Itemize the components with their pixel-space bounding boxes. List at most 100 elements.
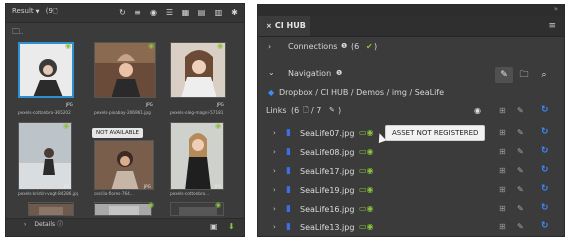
thumbnail-view-icon[interactable]: ▤	[197, 8, 206, 17]
document-icon: 🗋	[303, 106, 309, 114]
search-icon[interactable]: ⌕	[535, 67, 553, 83]
panel-chrome: »	[258, 5, 564, 16]
info-icon[interactable]: ⊞	[499, 222, 506, 231]
list-item[interactable]: › ▮ SeaLife16.jpg ▭◉ ⊞ ✎ ↻	[258, 202, 564, 220]
chevron-right-icon: ›	[24, 221, 27, 228]
eye-icon: ◉	[215, 122, 222, 130]
link-icon[interactable]: ✎	[517, 166, 524, 175]
asset-thumbnail[interactable]	[94, 42, 156, 98]
link-icon[interactable]: ✎	[517, 147, 524, 156]
connections-count: (6	[351, 42, 360, 51]
refresh-icon[interactable]: ↻	[541, 105, 549, 115]
asset-caption: pexels-cottonbro...	[170, 191, 210, 196]
link-icon[interactable]: ✎	[517, 185, 524, 194]
asset-browser-panel: Result ▼ (9🗋 ↻ ≡ ◉ ☰ ▦ ▤ ▥ ✱ 🗀.. ◉ JPG pe…	[5, 3, 245, 237]
file-name: SeaLife19.jpg	[300, 186, 355, 195]
eye-icon: ◉	[215, 201, 222, 209]
check-icon: ✔	[366, 42, 373, 51]
folder-up-icon[interactable]: 🗀..	[12, 26, 23, 40]
status-icon: ▭◉	[359, 147, 374, 156]
eye-icon: ◉	[148, 42, 155, 50]
panel-menu-icon[interactable]: ≡	[548, 21, 556, 31]
asset-thumbnail[interactable]	[94, 202, 152, 216]
chevron-right-icon[interactable]: ›	[273, 129, 276, 137]
file-type-tag: JPG	[66, 102, 73, 107]
gallery-icon[interactable]: ▣	[210, 222, 218, 231]
chevron-right-icon[interactable]: ›	[273, 148, 276, 156]
link-icon[interactable]: ✎	[517, 128, 524, 137]
asset-caption: cecilia-flores-764...	[94, 191, 134, 196]
eye-icon[interactable]: ◉	[149, 8, 158, 17]
filter-icon[interactable]: ≡	[133, 8, 142, 17]
file-type-tag: JPG	[215, 184, 222, 189]
chevron-right-icon[interactable]: ›	[273, 205, 276, 213]
status-icon: ▭◉	[359, 222, 374, 231]
image-file-icon: ▮	[286, 128, 291, 138]
info-icon[interactable]: ⊞	[499, 106, 506, 115]
info-icon[interactable]: ⊞	[499, 204, 506, 213]
info-icon[interactable]: ⊞	[499, 185, 506, 194]
image-file-icon: ▮	[286, 222, 291, 232]
asset-thumbnail[interactable]	[94, 140, 154, 190]
status-icon: ▭◉	[359, 185, 374, 194]
status-icon: ▭◉	[359, 128, 374, 137]
tab-bar: × CI HUB ≡	[258, 16, 564, 37]
list-item[interactable]: › ▮ SeaLife19.jpg ▭◉ ⊞ ✎ ↻	[258, 183, 564, 201]
asset-thumbnail[interactable]	[170, 122, 224, 190]
refresh-icon[interactable]: ↻	[541, 221, 549, 231]
asset-caption: pexels-oleg-magni-57181	[170, 110, 224, 115]
asset-thumbnail[interactable]	[28, 202, 74, 216]
eye-icon: ◉	[65, 42, 72, 50]
refresh-icon[interactable]: ↻	[541, 184, 549, 194]
asset-caption: pexels-pixabay-206961.jpg	[94, 110, 151, 115]
list-item[interactable]: › ▮ SeaLife17.jpg ▭◉ ⊞ ✎ ↻	[258, 164, 564, 182]
collapse-icon[interactable]: »	[554, 5, 558, 13]
folder-icon[interactable]: 🗀	[515, 67, 533, 83]
link-icon[interactable]: ✎	[517, 222, 524, 231]
info-icon: ❶	[336, 69, 343, 77]
gear-icon[interactable]: ✱	[230, 8, 239, 17]
asset-thumbnail[interactable]	[18, 42, 74, 98]
result-dropdown[interactable]: Result ▼ (9🗋	[12, 7, 58, 17]
refresh-icon[interactable]: ↻	[541, 127, 549, 137]
link-icon[interactable]: ✎	[517, 106, 524, 115]
refresh-icon[interactable]: ↻	[541, 165, 549, 175]
navigation-label: Navigation	[288, 69, 332, 78]
file-name: SeaLife16.jpg	[300, 205, 355, 214]
details-toggle[interactable]: › Details ⓘ	[24, 219, 63, 228]
grid-view-icon[interactable]: ▦	[181, 8, 190, 17]
file-type-tag: JPG	[64, 184, 71, 189]
link-icon[interactable]: ✎	[517, 204, 524, 213]
links-label: Links	[266, 106, 287, 115]
refresh-icon[interactable]: ↻	[541, 203, 549, 213]
image-file-icon: ▮	[286, 204, 291, 214]
columns-view-icon[interactable]: ▥	[214, 8, 223, 17]
eye-icon: ◉	[217, 42, 224, 50]
list-view-icon[interactable]: ☰	[165, 8, 174, 17]
file-name: SeaLife08.jpg	[300, 148, 355, 157]
info-icon[interactable]: ⊞	[499, 147, 506, 156]
chevron-right-icon[interactable]: ›	[273, 186, 276, 194]
asset-caption: pexels-cottonbro-365202	[18, 110, 71, 115]
chevron-right-icon[interactable]: ›	[273, 167, 276, 175]
chevron-right-icon[interactable]: ›	[273, 223, 276, 231]
list-item[interactable]: › ▮ SeaLife08.jpg ▭◉ ⊞ ✎ ↻	[258, 145, 564, 163]
asset-thumbnail[interactable]	[18, 122, 72, 190]
link-icon[interactable]: ✎	[495, 67, 513, 83]
status-icon: ▭◉	[359, 204, 374, 213]
refresh-icon[interactable]: ↻	[118, 8, 127, 17]
asset-thumbnail[interactable]	[170, 42, 226, 98]
eye-icon[interactable]: ◉	[474, 106, 481, 115]
tab-title: CI HUB	[274, 21, 306, 30]
not-available-badge: NOT AVAILABLE	[92, 128, 144, 138]
tab-ci-hub[interactable]: × CI HUB	[258, 16, 310, 36]
info-icon[interactable]: ⊞	[499, 166, 506, 175]
list-item[interactable]: › ▮ SeaLife13.jpg ▭◉ ⊞ ✎ ↻	[258, 220, 564, 238]
status-icon: ▭◉	[359, 166, 374, 175]
links-count: (6	[291, 106, 300, 115]
download-icon[interactable]: ⬇	[228, 222, 235, 231]
links-total: / 7	[311, 106, 322, 115]
info-icon[interactable]: ⊞	[499, 128, 506, 137]
refresh-icon[interactable]: ↻	[541, 146, 549, 156]
close-icon[interactable]: ×	[266, 22, 272, 30]
